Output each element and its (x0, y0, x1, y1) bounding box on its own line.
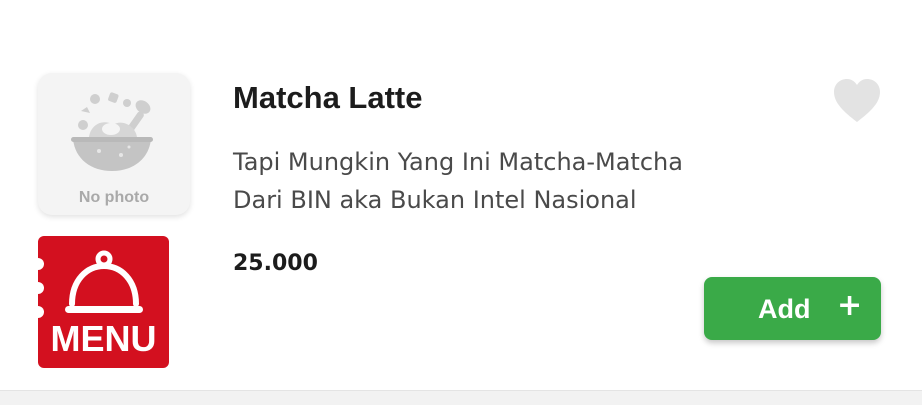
badge-notch (38, 306, 44, 318)
section-divider (0, 390, 922, 405)
add-button-label: Add (758, 294, 811, 324)
item-description: Tapi Mungkin Yang Ini Matcha-Matcha Dari… (233, 143, 773, 219)
badge-notch (38, 258, 44, 270)
no-photo-label: No photo (78, 189, 150, 206)
cloche-icon (65, 250, 143, 313)
item-description-line: Dari BIN aka Bukan Intel Nasional (233, 186, 637, 214)
menu-badge-label: MENU (50, 318, 157, 359)
add-button[interactable]: Add + (704, 277, 881, 340)
badge-notch (38, 282, 44, 294)
item-title: Matcha Latte (233, 80, 423, 115)
heart-icon (834, 79, 880, 122)
menu-badge: MENU (38, 236, 169, 368)
menu-item-card[interactable]: No photo MENU Matcha Latte Tapi Mungkin … (0, 0, 922, 390)
item-description-line: Tapi Mungkin Yang Ini Matcha-Matcha (233, 148, 683, 176)
food-bowl-icon (71, 92, 153, 171)
item-price: 25.000 (233, 251, 318, 276)
item-thumbnail: No photo (38, 73, 190, 215)
plus-icon: + (837, 288, 863, 323)
favorite-button[interactable] (832, 78, 882, 124)
